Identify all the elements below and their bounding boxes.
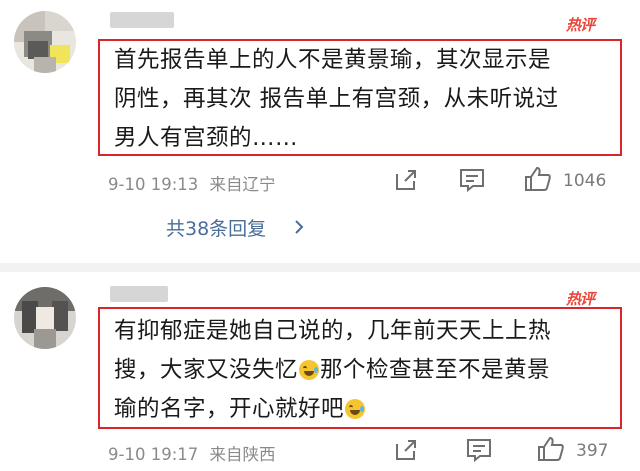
like-count: 1046 (563, 171, 607, 191)
comment-line: 瑜的名字，开心就好吧 (114, 390, 610, 429)
comment-time: 9-10 19:13 (108, 175, 199, 194)
comment-meta: 9-10 19:17 来自陕西 (108, 441, 276, 465)
comment-meta: 9-10 19:13 来自辽宁 (108, 171, 276, 195)
comment-text: 有抑郁症是她自己说的，几年前天天上上热 搜，大家又没失忆 那个检查甚至不是黄景 瑜… (114, 312, 610, 429)
comment-icon[interactable] (466, 438, 492, 466)
replies-count: 共38条回复 (166, 218, 267, 240)
username-blurred[interactable] (110, 12, 174, 28)
comment-icon[interactable] (459, 168, 485, 196)
share-icon[interactable] (393, 437, 419, 467)
comment-line: 搜，大家又没失忆 那个检查甚至不是黄景 (114, 351, 610, 390)
avatar[interactable] (14, 287, 76, 349)
comment-text-highlight: 有抑郁症是她自己说的，几年前天天上上热 搜，大家又没失忆 那个检查甚至不是黄景 瑜… (98, 307, 622, 429)
username-blurred[interactable] (110, 286, 168, 302)
comment-fragment: 那个检查甚至不是黄景 (320, 357, 551, 383)
comment-line: 有抑郁症是她自己说的，几年前天天上上热 (114, 318, 552, 344)
replies-link[interactable]: 共38条回复 (166, 214, 316, 242)
comment-text: 首先报告单上的人不是黄景瑜，其次显示是 阴性，再其次 报告单上有宫颈，从未听说过… (114, 41, 610, 158)
comment-time: 9-10 19:17 (108, 445, 199, 464)
laugh-cry-emoji-icon (299, 360, 320, 380)
comment-line: 首先报告单上的人不是黄景瑜，其次显示是 (114, 47, 552, 73)
comment-divider (0, 263, 640, 272)
comment-2: 热评 有抑郁症是她自己说的，几年前天天上上热 搜，大家又没失忆 那个检查甚至不是黄… (0, 272, 640, 471)
hot-label: 热评 (566, 290, 595, 308)
avatar[interactable] (14, 11, 76, 73)
like-count: 397 (576, 441, 609, 461)
laugh-cry-emoji-icon (345, 399, 366, 419)
thumbs-up-icon[interactable] (524, 166, 552, 196)
comment-location: 来自陕西 (209, 445, 276, 464)
hot-label: 热评 (566, 16, 595, 34)
chevron-right-icon (295, 220, 304, 234)
comment-fragment: 瑜的名字，开心就好吧 (114, 396, 345, 422)
comment-1: 热评 首先报告单上的人不是黄景瑜，其次显示是 阴性，再其次 报告单上有宫颈，从未… (0, 0, 640, 262)
comment-line: 阴性，再其次 报告单上有宫颈，从未听说过 (114, 86, 559, 112)
avatar-image (14, 287, 76, 349)
comment-line: 男人有宫颈的…… (114, 125, 299, 151)
comment-text-highlight: 首先报告单上的人不是黄景瑜，其次显示是 阴性，再其次 报告单上有宫颈，从未听说过… (98, 39, 622, 156)
avatar-image (14, 11, 76, 73)
share-icon[interactable] (393, 167, 419, 197)
thumbs-up-icon[interactable] (537, 436, 565, 466)
comment-location: 来自辽宁 (209, 175, 276, 194)
comment-fragment: 搜，大家又没失忆 (114, 357, 299, 383)
